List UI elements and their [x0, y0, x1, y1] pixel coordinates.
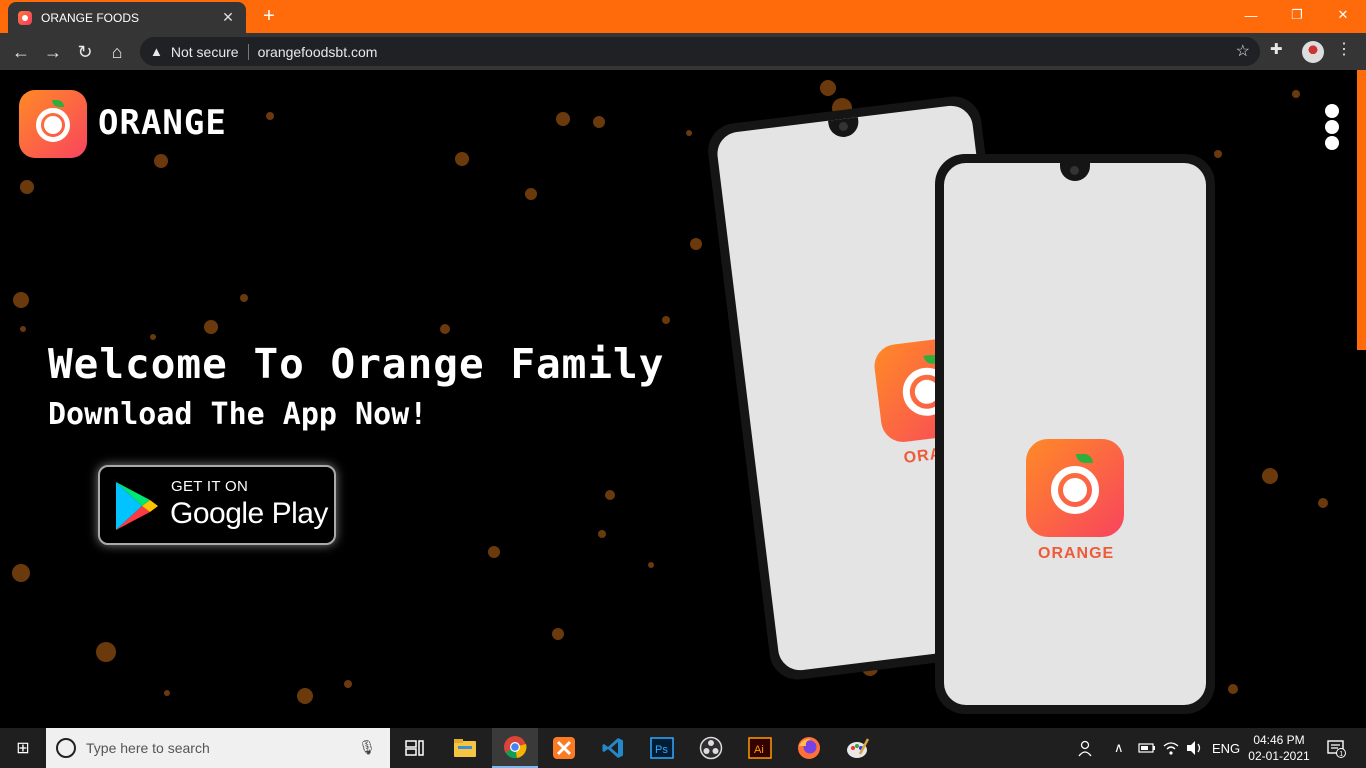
- hero-subtitle: Download The App Now!: [48, 397, 428, 432]
- windows-start-icon[interactable]: ⊞: [0, 728, 46, 768]
- browser-tab-strip: ORANGE FOODS ✕ + — ❐ ✕: [0, 0, 1366, 33]
- omnibox-divider: [247, 43, 249, 60]
- bookmark-star-icon[interactable]: ☆: [1236, 41, 1250, 61]
- notification-center-icon[interactable]: 1: [1326, 728, 1346, 768]
- address-bar[interactable]: ▲ Not secure orangefoodsbt.com ☆: [140, 37, 1260, 66]
- illustrator-icon[interactable]: Ai: [737, 728, 783, 768]
- app-label: ORANGE: [1038, 545, 1115, 562]
- page-scrollbar[interactable]: [1357, 70, 1366, 350]
- paint-icon[interactable]: [835, 728, 881, 768]
- tab-title: ORANGE FOODS: [41, 10, 140, 25]
- file-explorer-icon[interactable]: [442, 728, 488, 768]
- task-view-icon[interactable]: [392, 728, 438, 768]
- phone-notch: [1060, 163, 1090, 181]
- browser-toolbar: ← → ↻ ⌂ ▲ Not secure orangefoodsbt.com ☆…: [0, 33, 1366, 70]
- browser-tab[interactable]: ORANGE FOODS ✕: [8, 2, 246, 33]
- search-placeholder[interactable]: Type here to search: [86, 740, 210, 756]
- restore-button[interactable]: ❐: [1274, 0, 1320, 30]
- forward-button[interactable]: →: [40, 39, 66, 65]
- app-icon: [1026, 439, 1124, 537]
- volume-icon[interactable]: [1186, 728, 1204, 768]
- google-play-icon: [116, 482, 158, 530]
- people-icon[interactable]: [1078, 728, 1096, 768]
- minimize-button[interactable]: —: [1228, 0, 1274, 30]
- xampp-icon[interactable]: [541, 728, 587, 768]
- obs-icon[interactable]: [688, 728, 734, 768]
- security-status[interactable]: Not secure: [171, 44, 239, 60]
- back-button[interactable]: ←: [8, 39, 34, 65]
- phone-mockup-front: ORANGE: [935, 154, 1215, 714]
- fork-spoon-icon: [44, 116, 62, 134]
- leaf-icon: [52, 100, 64, 107]
- reload-button[interactable]: ↻: [72, 39, 98, 65]
- clock-date: 02-01-2021: [1248, 749, 1310, 763]
- web-page: ORANGE Welcome To Orange Family Download…: [0, 70, 1366, 728]
- svg-text:Ps: Ps: [655, 744, 668, 756]
- close-window-button[interactable]: ✕: [1320, 0, 1366, 30]
- window-controls: — ❐ ✕: [1228, 0, 1366, 33]
- phone-notch: [827, 117, 860, 139]
- language-indicator[interactable]: ENG: [1212, 728, 1240, 768]
- clock-time: 04:46 PM: [1253, 733, 1305, 747]
- cortana-icon[interactable]: [56, 738, 76, 758]
- browser-menu-icon[interactable]: ⋮: [1336, 39, 1352, 59]
- chrome-icon[interactable]: [492, 728, 538, 768]
- photoshop-icon[interactable]: Ps: [639, 728, 685, 768]
- microphone-icon[interactable]: 🎙: [358, 739, 376, 756]
- google-play-button[interactable]: GET IT ON Google Play: [98, 465, 336, 545]
- hero-title: Welcome To Orange Family: [48, 340, 665, 388]
- tab-close-icon[interactable]: ✕: [220, 9, 236, 26]
- orange-favicon-icon: [18, 10, 32, 25]
- windows-taskbar: ⊞ Type here to search 🎙 Ps Ai ∧ ENG 04:4…: [0, 728, 1366, 768]
- clock[interactable]: 04:46 PM 02-01-2021: [1246, 732, 1312, 764]
- warning-triangle-icon[interactable]: ▲: [150, 44, 163, 59]
- phone-screen: ORANGE: [944, 163, 1206, 705]
- notification-count: 1: [1339, 751, 1343, 758]
- orange-logo[interactable]: [19, 90, 87, 158]
- svg-text:Ai: Ai: [754, 744, 764, 756]
- battery-icon[interactable]: [1138, 728, 1156, 768]
- google-play-main-text: Google Play: [170, 497, 328, 530]
- new-tab-button[interactable]: +: [258, 4, 280, 28]
- site-menu-icon[interactable]: [1325, 104, 1339, 152]
- tray-chevron-icon[interactable]: ∧: [1114, 728, 1124, 768]
- vscode-icon[interactable]: [590, 728, 636, 768]
- profile-avatar[interactable]: [1302, 41, 1324, 63]
- extensions-puzzle-icon[interactable]: ✚: [1270, 40, 1283, 58]
- google-play-top-text: GET IT ON: [171, 478, 249, 495]
- firefox-icon[interactable]: [786, 728, 832, 768]
- url-text[interactable]: orangefoodsbt.com: [258, 44, 378, 60]
- home-button[interactable]: ⌂: [104, 39, 130, 65]
- brand-name[interactable]: ORANGE: [98, 103, 227, 143]
- taskbar-search[interactable]: Type here to search 🎙: [46, 728, 390, 768]
- wifi-icon[interactable]: [1162, 728, 1180, 768]
